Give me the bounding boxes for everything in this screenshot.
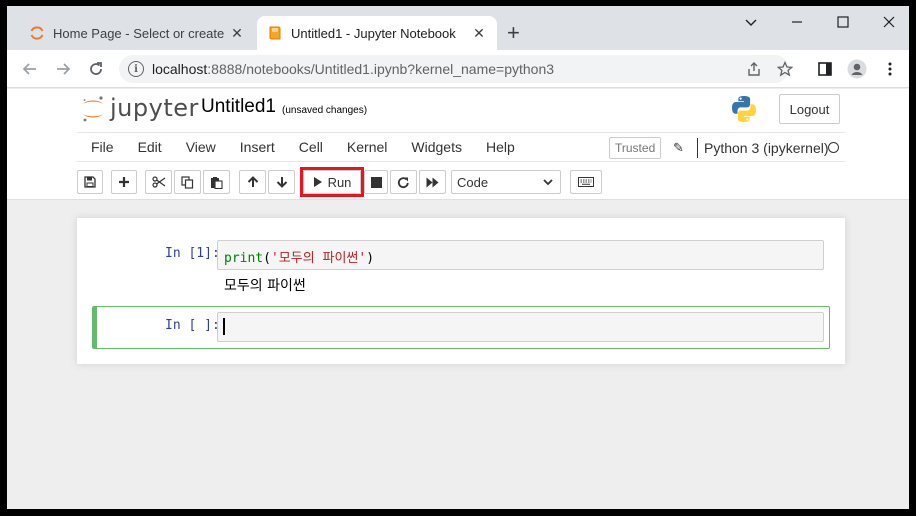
arrow-up-icon xyxy=(247,176,258,187)
insert-cell-button[interactable] xyxy=(111,170,137,194)
arrow-down-icon xyxy=(276,177,287,188)
back-icon[interactable] xyxy=(19,58,41,83)
close-icon[interactable]: ✕ xyxy=(469,25,489,42)
autosave-status: (unsaved changes) xyxy=(282,105,368,116)
cell-type-select[interactable]: Code xyxy=(451,170,561,194)
cell-2-input-prompt: In [ ]: xyxy=(165,318,220,333)
save-button[interactable] xyxy=(77,170,103,194)
pencil-icon[interactable]: ✎ xyxy=(673,140,684,156)
save-icon xyxy=(84,176,96,188)
jupyter-header: jupyter Untitled1 (unsaved changes) Logo… xyxy=(7,89,909,132)
cell-1-output: 모두의 파이썬 xyxy=(224,278,306,294)
restart-icon xyxy=(397,176,409,188)
fast-forward-icon xyxy=(426,177,439,187)
cell-1-input-prompt: In [1]: xyxy=(165,246,220,261)
restart-button[interactable] xyxy=(390,170,417,194)
cut-button[interactable] xyxy=(145,170,172,194)
jupyter-toolbar-area: File Edit View Insert Cell Kernel Widget… xyxy=(7,132,909,200)
jupyter-logo-text[interactable]: jupyter xyxy=(110,94,199,122)
tab-home-page[interactable]: Home Page - Select or create a ✕ xyxy=(19,16,255,50)
cell-1-code-editor[interactable]: print('모두의 파이썬') xyxy=(217,240,824,270)
cut-icon xyxy=(151,176,165,188)
close-icon[interactable]: ✕ xyxy=(227,25,247,42)
command-palette-button[interactable] xyxy=(570,170,602,194)
forward-icon[interactable] xyxy=(52,58,74,83)
tab-title: Home Page - Select or create a xyxy=(53,25,227,41)
minimize-icon[interactable] xyxy=(787,12,807,35)
notebook-book-icon xyxy=(269,26,281,40)
reload-icon[interactable] xyxy=(85,58,107,83)
trusted-badge[interactable]: Trusted xyxy=(609,137,662,159)
maximize-icon[interactable] xyxy=(833,12,853,35)
cell-2-code-editor[interactable] xyxy=(217,312,824,342)
address-bar[interactable]: i localhost:8888/notebooks/Untitled1.ipy… xyxy=(119,55,789,83)
paste-button[interactable] xyxy=(203,170,230,194)
logout-button[interactable]: Logout xyxy=(779,94,840,124)
menu-edit[interactable]: Edit xyxy=(126,133,174,161)
tab-search-icon[interactable] xyxy=(741,12,761,35)
python-logo-icon xyxy=(732,96,756,122)
notebook-container: In [1]: print('모두의 파이썬') 모두의 파이썬 In [ ]: xyxy=(77,218,845,364)
menu-kebab-icon[interactable] xyxy=(880,59,900,83)
restart-run-all-button[interactable] xyxy=(419,170,446,194)
move-down-button[interactable] xyxy=(268,170,295,194)
jupyter-logo-icon[interactable] xyxy=(81,95,105,123)
menu-widgets[interactable]: Widgets xyxy=(399,133,474,161)
url-text: localhost:8888/notebooks/Untitled1.ipynb… xyxy=(152,61,555,77)
menu-file[interactable]: File xyxy=(77,133,126,161)
chevron-down-icon xyxy=(543,179,553,186)
menubar: File Edit View Insert Cell Kernel Widget… xyxy=(77,132,845,162)
close-window-icon[interactable] xyxy=(879,12,899,35)
menu-view[interactable]: View xyxy=(174,133,228,161)
paste-icon xyxy=(211,176,223,189)
browser-window: Home Page - Select or create a ✕ Untitle… xyxy=(7,6,909,509)
share-icon[interactable] xyxy=(744,59,764,83)
jupyter-spinner-icon xyxy=(30,26,44,40)
keyboard-icon xyxy=(578,177,594,187)
side-panel-icon[interactable] xyxy=(815,59,835,83)
copy-button[interactable] xyxy=(174,170,201,194)
copy-icon xyxy=(181,175,194,189)
profile-avatar-icon[interactable] xyxy=(847,59,867,85)
tab-untitled1[interactable]: Untitled1 - Jupyter Notebook ✕ xyxy=(257,16,497,50)
address-toolbar: i localhost:8888/notebooks/Untitled1.ipy… xyxy=(7,50,909,88)
site-info-icon[interactable]: i xyxy=(128,61,144,77)
text-cursor xyxy=(223,318,225,335)
menu-kernel[interactable]: Kernel xyxy=(335,133,399,161)
kernel-name[interactable]: Python 3 (ipykernel) xyxy=(697,138,829,158)
stop-icon xyxy=(370,176,382,188)
plus-icon xyxy=(119,177,129,187)
bookmark-star-icon[interactable] xyxy=(775,59,795,83)
menu-cell[interactable]: Cell xyxy=(287,133,335,161)
tab-bar: Home Page - Select or create a ✕ Untitle… xyxy=(7,6,909,50)
tab-title: Untitled1 - Jupyter Notebook xyxy=(291,25,456,41)
cell-type-value: Code xyxy=(457,174,489,190)
move-up-button[interactable] xyxy=(239,170,266,194)
menu-help[interactable]: Help xyxy=(474,133,527,161)
new-tab-button[interactable]: + xyxy=(507,22,520,44)
interrupt-button[interactable] xyxy=(364,170,388,194)
run-highlight-box xyxy=(300,167,364,197)
kernel-status-icon xyxy=(828,142,839,153)
notebook-name[interactable]: Untitled1 xyxy=(201,96,276,118)
cell-1-code-line: print('모두의 파이썬') xyxy=(224,251,375,266)
menu-insert[interactable]: Insert xyxy=(228,133,287,161)
